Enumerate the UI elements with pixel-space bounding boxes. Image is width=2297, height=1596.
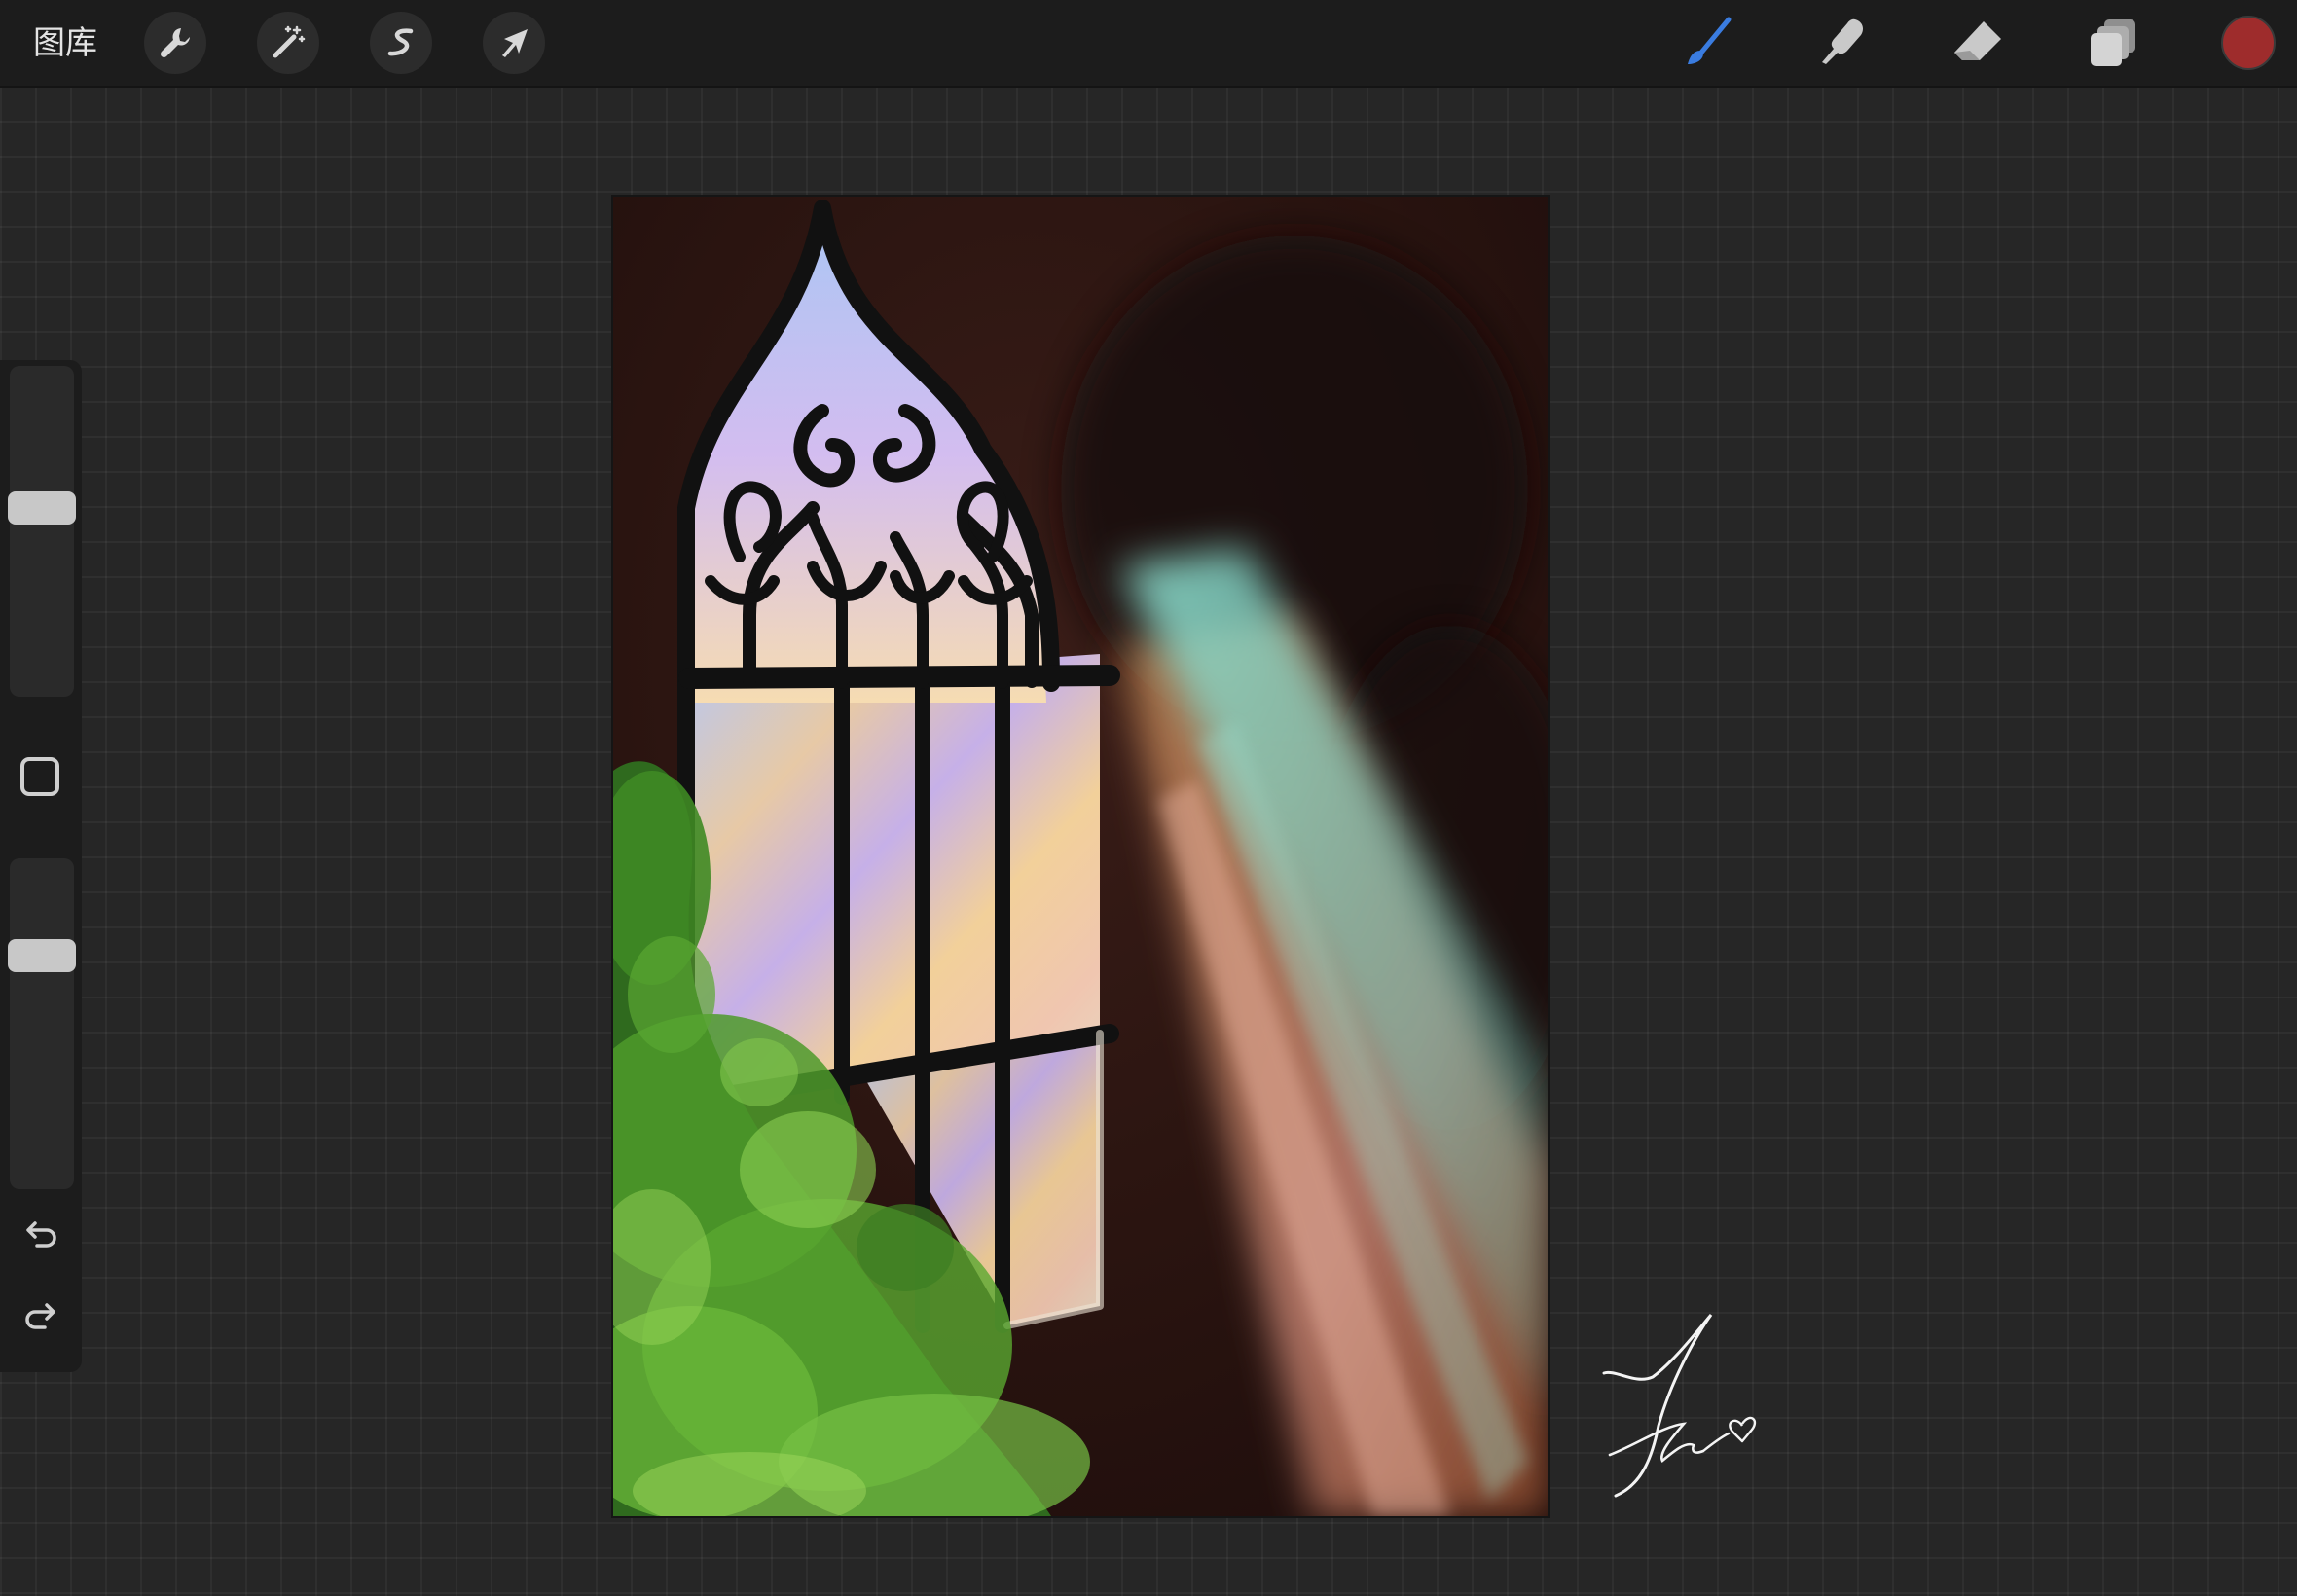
transform-button[interactable] bbox=[483, 12, 545, 74]
undo-icon bbox=[21, 1216, 60, 1259]
wrench-icon bbox=[156, 23, 195, 62]
arrow-cursor-icon bbox=[494, 23, 533, 62]
canvas-artwork[interactable] bbox=[613, 197, 1548, 1516]
top-toolbar: 图库 bbox=[0, 0, 2297, 88]
magic-wand-icon bbox=[269, 23, 308, 62]
redo-icon bbox=[21, 1298, 60, 1341]
brush-size-slider[interactable] bbox=[8, 366, 76, 697]
modify-button[interactable] bbox=[20, 757, 59, 796]
color-picker-button[interactable] bbox=[2221, 16, 2276, 70]
selection-s-icon bbox=[382, 23, 420, 62]
layers-button[interactable] bbox=[2081, 10, 2147, 76]
smudge-finger-icon bbox=[1812, 14, 1871, 72]
opacity-slider[interactable] bbox=[8, 858, 76, 1189]
artist-signature bbox=[1596, 1309, 1771, 1499]
selection-button[interactable] bbox=[370, 12, 432, 74]
eraser-icon bbox=[1949, 14, 2007, 72]
gallery-button[interactable]: 图库 bbox=[33, 21, 97, 64]
adjustments-button[interactable] bbox=[257, 12, 319, 74]
opacity-slider-thumb[interactable] bbox=[8, 938, 76, 972]
redo-button[interactable] bbox=[18, 1296, 64, 1343]
brush-size-slider-thumb[interactable] bbox=[8, 490, 76, 525]
left-sidebar bbox=[0, 360, 82, 1372]
layers-icon bbox=[2085, 14, 2143, 72]
undo-button[interactable] bbox=[18, 1215, 64, 1261]
smudge-tool-button[interactable] bbox=[1808, 10, 1875, 76]
brush-icon bbox=[1676, 14, 1734, 72]
actions-button[interactable] bbox=[144, 12, 206, 74]
brush-tool-button[interactable] bbox=[1672, 10, 1738, 76]
eraser-tool-button[interactable] bbox=[1945, 10, 2011, 76]
